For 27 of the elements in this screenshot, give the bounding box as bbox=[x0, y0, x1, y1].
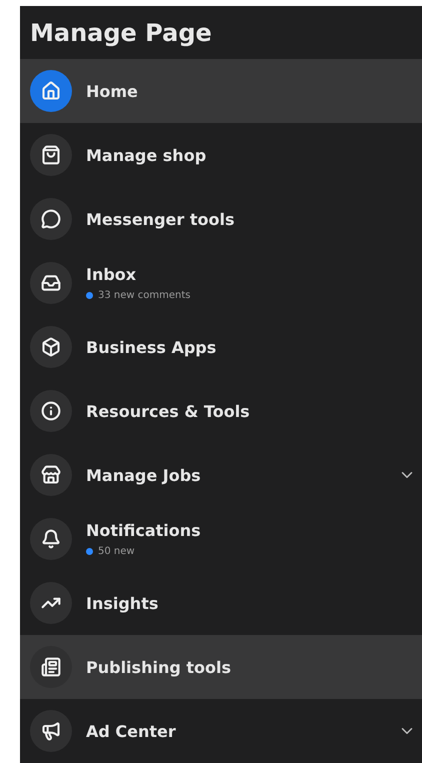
menu-item[interactable]: Notifications 50 new bbox=[20, 507, 422, 571]
menu-label: Messenger tools bbox=[86, 210, 236, 228]
menu-item[interactable]: Publishing tools bbox=[20, 635, 422, 699]
menu-item[interactable]: Manage Jobs bbox=[20, 443, 422, 507]
menu-item[interactable]: Inbox 33 new comments bbox=[20, 251, 422, 315]
menu-item[interactable]: Business Apps bbox=[20, 315, 422, 379]
menu-label: Business Apps bbox=[86, 338, 218, 356]
panel-title: Manage Page bbox=[29, 18, 213, 48]
menu-item[interactable]: Insights bbox=[20, 571, 422, 635]
menu-label: Manage Jobs bbox=[86, 466, 202, 484]
menu-label: Publishing tools bbox=[86, 658, 232, 676]
menu-label: Inbox bbox=[86, 265, 138, 284]
menu-item[interactable]: Resources & Tools bbox=[20, 379, 422, 443]
menu-subtitle: 33 new comments bbox=[98, 290, 190, 301]
menu-label: Notifications bbox=[86, 521, 202, 540]
menu-item[interactable]: Messenger tools bbox=[20, 187, 422, 251]
menu-item[interactable]: Home bbox=[20, 59, 422, 123]
menu-label: Home bbox=[86, 82, 139, 100]
menu-label: Insights bbox=[86, 594, 160, 612]
unread-dot bbox=[86, 292, 93, 299]
menu-item[interactable]: Manage shop bbox=[20, 123, 422, 187]
menu-item[interactable]: Ad Center bbox=[20, 699, 422, 763]
menu-label: Ad Center bbox=[86, 722, 177, 740]
unread-dot bbox=[86, 548, 93, 555]
menu-label: Resources & Tools bbox=[86, 402, 251, 420]
menu-subtitle: 50 new bbox=[98, 546, 135, 557]
menu-label: Manage shop bbox=[86, 146, 208, 164]
